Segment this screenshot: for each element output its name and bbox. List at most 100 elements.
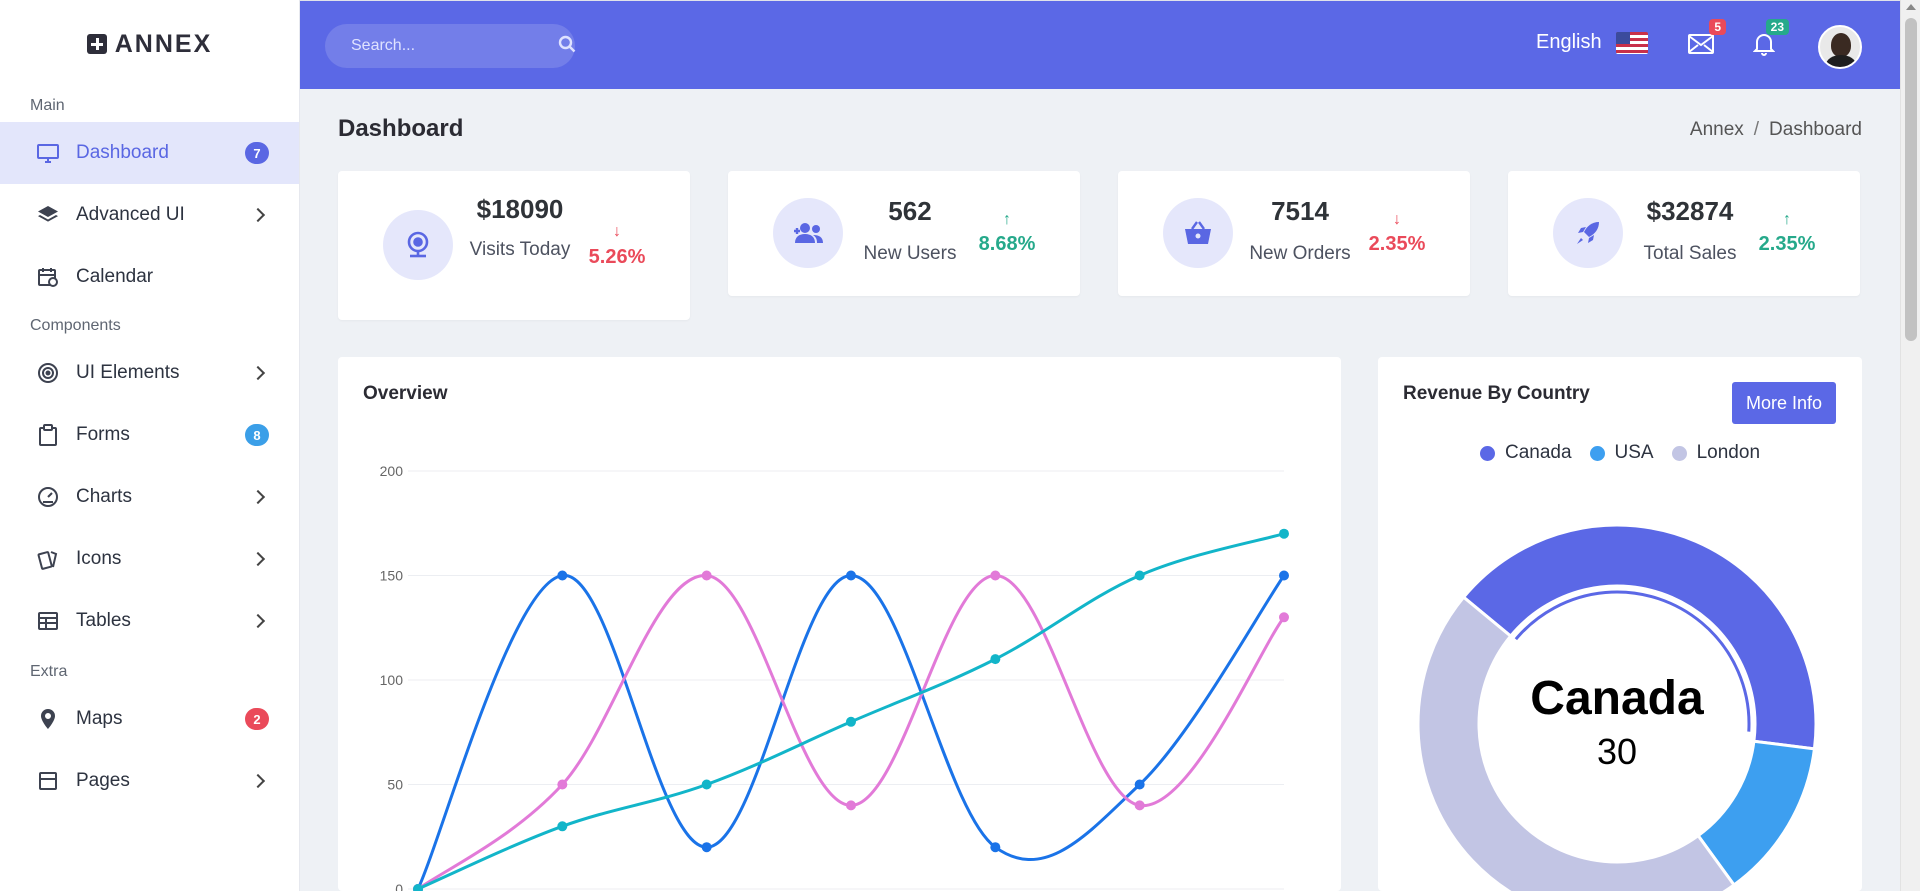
sidebar-item-tables[interactable]: Tables — [0, 590, 299, 652]
donut-center-value: 30 — [1597, 731, 1637, 772]
page-title: Dashboard — [338, 115, 464, 142]
clipboard-icon — [36, 423, 60, 447]
arrow-down-icon: ↓ — [1393, 211, 1401, 228]
sidebar-item-label: Tables — [76, 610, 131, 631]
sidebar-item-charts[interactable]: Charts — [0, 466, 299, 528]
brand-logo[interactable]: ANNEX — [0, 0, 299, 88]
series-line-1 — [417, 573, 1286, 891]
stat-card-orders: 7514 New Orders ↓ 2.35% — [1118, 171, 1470, 296]
y-tick-label: 200 — [380, 463, 404, 479]
rocket-icon — [1553, 198, 1623, 268]
breadcrumb: Annex / Dashboard — [1690, 119, 1862, 141]
chevron-right-icon — [250, 365, 266, 381]
sidebar-item-forms[interactable]: Forms 8 — [0, 404, 299, 466]
bell-icon — [1752, 32, 1776, 61]
data-point — [1279, 570, 1289, 581]
users-plus-icon — [773, 198, 843, 268]
breadcrumb-separator: / — [1753, 119, 1760, 140]
data-point — [701, 842, 712, 853]
data-point — [846, 800, 856, 811]
search-input[interactable] — [351, 37, 558, 55]
data-point — [701, 570, 712, 581]
brand-icon — [86, 34, 107, 54]
basket-icon — [1163, 198, 1233, 268]
chevron-right-icon — [250, 551, 266, 567]
sidebar-item-label: Forms — [76, 424, 130, 445]
language-label: English — [1536, 31, 1602, 53]
sidebar-badge: 7 — [245, 142, 269, 164]
user-avatar[interactable] — [1818, 25, 1862, 69]
y-tick-label: 150 — [380, 568, 404, 584]
language-selector[interactable]: English — [1536, 31, 1648, 54]
monitor-icon — [36, 141, 60, 165]
chevron-right-icon — [250, 207, 266, 223]
sidebar-item-advanced-ui[interactable]: Advanced UI — [0, 184, 299, 246]
stat-label: Visits Today — [469, 239, 571, 260]
arrow-up-icon: ↑ — [1003, 211, 1011, 228]
mail-button[interactable]: 5 — [1686, 19, 1726, 61]
search-box[interactable] — [325, 24, 576, 68]
scrollbar-thumb[interactable] — [1905, 18, 1917, 341]
data-point — [990, 654, 1001, 665]
data-point — [1134, 570, 1145, 581]
y-tick-label: 50 — [387, 777, 403, 793]
sidebar-badge: 2 — [245, 708, 269, 730]
data-point — [557, 779, 568, 790]
sidebar-item-icons[interactable]: Icons — [0, 528, 299, 590]
data-point — [1134, 779, 1145, 790]
arrow-down-icon: ↓ — [613, 223, 621, 240]
sidebar-section-extra: Extra — [30, 663, 68, 680]
page-scrollbar[interactable] — [1900, 0, 1920, 891]
data-point — [990, 570, 1001, 581]
sidebar-item-label: Charts — [76, 486, 132, 507]
pages-icon — [36, 769, 60, 793]
mail-count-badge: 5 — [1709, 19, 1726, 35]
stat-value: 7514 — [1271, 196, 1329, 226]
search-icon[interactable] — [558, 35, 576, 58]
chevron-right-icon — [250, 613, 266, 629]
sidebar: ANNEX Main Dashboard 7 Advanced UI Calen… — [0, 0, 300, 891]
breadcrumb-link-annex[interactable]: Annex — [1690, 119, 1744, 141]
donut-center-label: Canada — [1530, 672, 1704, 725]
sidebar-item-label: Maps — [76, 708, 123, 729]
notifications-button[interactable]: 23 — [1749, 19, 1789, 61]
brand-name: ANNEX — [114, 29, 213, 58]
stat-label: New Users — [863, 243, 957, 264]
data-point — [557, 821, 568, 832]
stat-card-users: 562 New Users ↑ 8.68% — [728, 171, 1080, 296]
stat-card-sales: $32874 Total Sales ↑ 2.35% — [1508, 171, 1860, 296]
stat-value: 562 — [888, 196, 932, 226]
notification-count-badge: 23 — [1765, 19, 1789, 35]
sidebar-badge: 8 — [245, 424, 269, 446]
table-icon — [36, 609, 60, 633]
sidebar-item-maps[interactable]: Maps 2 — [0, 688, 299, 750]
cards-icon — [36, 547, 60, 571]
mail-icon — [1688, 33, 1714, 60]
y-tick-label: 100 — [380, 672, 404, 688]
sidebar-item-label: Pages — [76, 770, 130, 791]
data-point — [1279, 612, 1289, 623]
chevron-right-icon — [250, 773, 266, 789]
breadcrumb-current: Dashboard — [1769, 119, 1862, 140]
sidebar-item-calendar[interactable]: Calendar — [0, 246, 299, 308]
stat-label: New Orders — [1249, 243, 1351, 264]
scroll-up-arrow-icon[interactable] — [1906, 4, 1916, 10]
sidebar-item-ui-elements[interactable]: UI Elements — [0, 342, 299, 404]
data-point — [990, 842, 1001, 853]
sidebar-item-pages[interactable]: Pages — [0, 750, 299, 812]
calendar-icon — [36, 265, 60, 289]
sidebar-item-dashboard[interactable]: Dashboard 7 — [0, 122, 299, 184]
map-pin-icon — [36, 707, 60, 731]
stat-trend: 2.35% — [1368, 233, 1426, 255]
data-point — [846, 716, 856, 727]
sidebar-item-label: Calendar — [76, 266, 154, 287]
gauge-icon — [36, 485, 60, 509]
sidebar-item-label: Advanced UI — [76, 204, 185, 225]
stat-trend: 5.26% — [588, 246, 646, 268]
donut-slice-london — [1416, 595, 1737, 891]
webcam-icon — [383, 210, 453, 280]
overview-line-chart: 0 50 100 150 200 — [380, 463, 1289, 891]
sidebar-section-main: Main — [30, 97, 65, 114]
data-point — [557, 570, 568, 581]
chevron-right-icon — [250, 489, 266, 505]
